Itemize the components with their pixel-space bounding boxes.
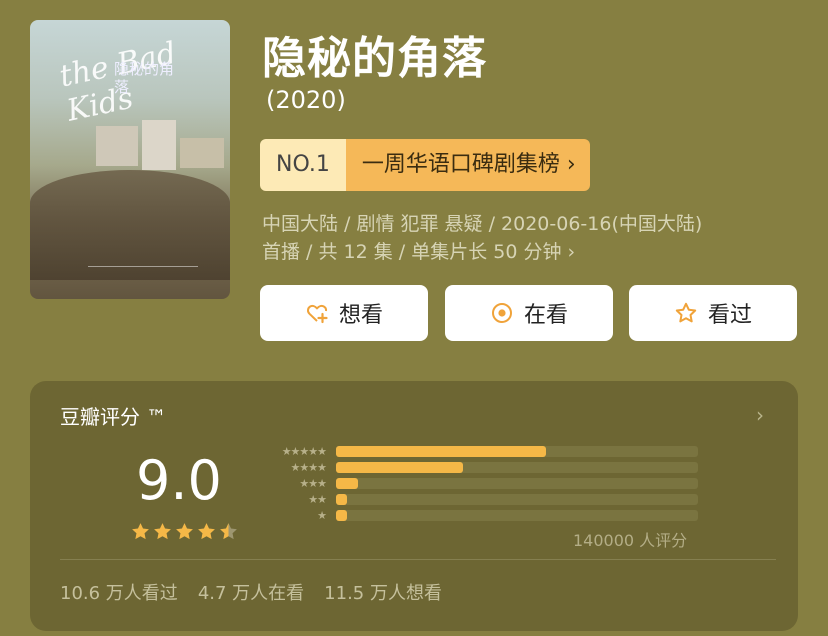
distribution-row: ★★★★★ bbox=[256, 445, 698, 459]
poster-building bbox=[142, 120, 176, 170]
distribution-bar bbox=[336, 494, 347, 505]
ranking-label: 一周华语口碑剧集榜 › bbox=[345, 139, 590, 191]
poster-chinese-title: 隐秘的角落 bbox=[114, 60, 175, 96]
ranking-badge[interactable]: NO.1 一周华语口碑剧集榜 › bbox=[260, 139, 590, 191]
chevron-right-icon[interactable]: › bbox=[756, 403, 764, 427]
distribution-star-label: ★★★ bbox=[299, 477, 327, 490]
distribution-bar bbox=[336, 478, 358, 489]
poster-credits bbox=[88, 266, 198, 283]
watching-label: 在看 bbox=[523, 303, 568, 328]
divider bbox=[60, 559, 776, 560]
meta-line-1: 中国大陆 / 剧情 犯罪 悬疑 / 2020-06-16(中国大陆) bbox=[262, 213, 703, 235]
distribution-star-label: ★★★★ bbox=[290, 461, 327, 474]
stat-watching[interactable]: 4.7 万人在看 bbox=[198, 579, 304, 605]
want-to-watch-label: 想看 bbox=[338, 303, 383, 328]
distribution-row: ★ bbox=[256, 509, 698, 523]
distribution-star-label: ★★★★★ bbox=[281, 445, 327, 458]
audience-stats: 10.6 万人看过 4.7 万人在看 11.5 万人想看 bbox=[60, 579, 442, 605]
rating-star-icon bbox=[132, 523, 149, 540]
distribution-track bbox=[336, 446, 698, 457]
rating-stars bbox=[130, 521, 239, 542]
rating-star-icon bbox=[176, 523, 193, 540]
poster-building bbox=[180, 138, 224, 168]
distribution-track bbox=[336, 462, 698, 473]
distribution-row: ★★ bbox=[256, 493, 698, 507]
distribution-bar bbox=[336, 446, 546, 457]
heart-plus-icon bbox=[306, 304, 328, 324]
show-title: 隐秘的角落 bbox=[262, 33, 487, 84]
distribution-bar bbox=[336, 462, 463, 473]
distribution-track bbox=[336, 494, 698, 505]
distribution-row: ★★★ bbox=[256, 477, 698, 491]
distribution-bar bbox=[336, 510, 347, 521]
stat-want[interactable]: 11.5 万人想看 bbox=[324, 579, 442, 605]
rating-star-icon bbox=[220, 523, 237, 540]
distribution-star-label: ★★ bbox=[308, 493, 327, 506]
rating-score: 9.0 bbox=[136, 449, 222, 512]
distribution-track bbox=[336, 510, 698, 521]
rating-card[interactable]: 豆瓣评分 ™ › 9.0 ★★★★★ ★★★★ ★★★ ★★ ★ 140000 人评分 … bbox=[30, 381, 798, 631]
stat-watched[interactable]: 10.6 万人看过 bbox=[60, 579, 178, 605]
ranking-number: NO.1 bbox=[260, 139, 346, 191]
distribution-star-label: ★ bbox=[317, 509, 327, 522]
distribution-track bbox=[336, 478, 698, 489]
distribution-row: ★★★★ bbox=[256, 461, 698, 475]
watching-button[interactable]: 在看 bbox=[445, 285, 613, 341]
rating-title: 豆瓣评分 ™ bbox=[60, 405, 167, 429]
poster-building bbox=[96, 126, 138, 166]
watched-button[interactable]: 看过 bbox=[629, 285, 797, 341]
rating-star-icon bbox=[154, 523, 171, 540]
rating-star-icon bbox=[198, 523, 215, 540]
rating-total: 140000 人评分 bbox=[573, 531, 688, 550]
watched-label: 看过 bbox=[707, 303, 752, 328]
target-icon bbox=[491, 303, 512, 323]
show-meta[interactable]: 中国大陆 / 剧情 犯罪 悬疑 / 2020-06-16(中国大陆) 首播 / … bbox=[262, 210, 802, 266]
want-to-watch-button[interactable]: 想看 bbox=[260, 285, 428, 341]
poster-image[interactable]: the Bad Kids 隐秘的角落 bbox=[30, 20, 230, 299]
star-icon bbox=[675, 302, 697, 323]
show-year: (2020) bbox=[266, 86, 346, 114]
poster-cast-group bbox=[30, 170, 230, 280]
meta-line-2: 首播 / 共 12 集 / 单集片长 50 分钟 › bbox=[262, 241, 576, 263]
